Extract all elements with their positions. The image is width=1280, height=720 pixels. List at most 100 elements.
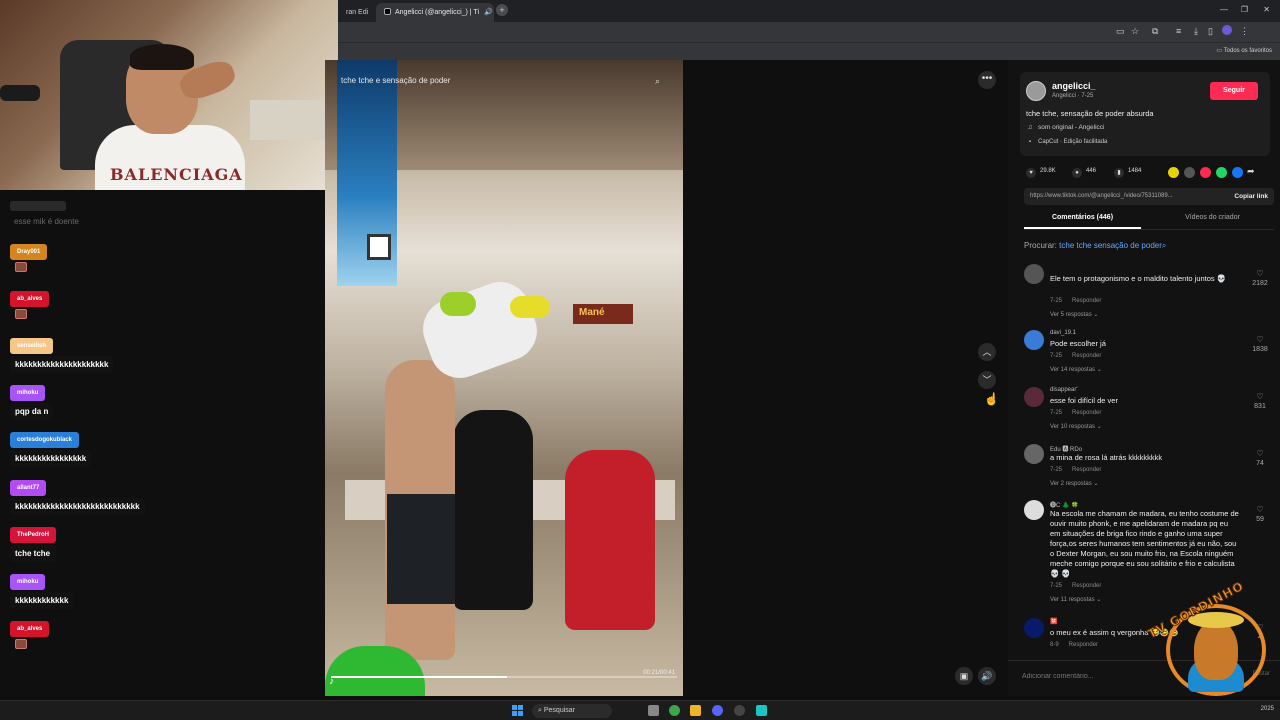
- comment-username[interactable]: Edu 🅰 RDo: [1050, 444, 1082, 453]
- reply-button[interactable]: Responder: [1072, 583, 1101, 589]
- previous-video-button[interactable]: ︿: [978, 343, 996, 361]
- comment-username[interactable]: 🈲: [1050, 618, 1057, 625]
- capcut-link[interactable]: ▪ CapCut · Edição facilitada: [1026, 139, 1107, 145]
- tab-creator-videos[interactable]: Vídeos do criador: [1154, 214, 1271, 221]
- taskbar-search[interactable]: ⌕ Pesquisar: [532, 704, 612, 718]
- split-icon[interactable]: ▯: [1208, 26, 1213, 37]
- task-view-icon[interactable]: [648, 705, 659, 716]
- tab-label: ran Edi: [346, 9, 369, 16]
- file-explorer-icon[interactable]: [690, 705, 701, 716]
- comment-avatar[interactable]: [1024, 387, 1044, 407]
- reply-button[interactable]: Responder: [1069, 642, 1098, 648]
- share-icon[interactable]: ➦: [1247, 166, 1255, 177]
- chat-username[interactable]: cortesdogokublack: [10, 432, 80, 448]
- comment-avatar[interactable]: [1024, 444, 1044, 464]
- comment-search[interactable]: Procurar: tche tche sensação de poder⌕: [1024, 241, 1166, 251]
- follow-button[interactable]: Seguir: [1210, 82, 1258, 100]
- save-stat[interactable]: ▮ 1484: [1114, 168, 1141, 178]
- like-stat[interactable]: ♥ 29.8K: [1026, 168, 1056, 178]
- miniplayer-button[interactable]: ▣: [955, 667, 973, 685]
- view-replies-button[interactable]: Ver 5 respostas ⌄: [1050, 311, 1098, 318]
- view-replies-button[interactable]: Ver 10 respostas ⌄: [1050, 423, 1102, 430]
- menu-icon[interactable]: ≡: [1176, 26, 1181, 36]
- reply-button[interactable]: Responder: [1072, 467, 1101, 473]
- comment-stat[interactable]: ● 446: [1072, 168, 1096, 178]
- sound-link[interactable]: ♫ som original - Angelicci: [1026, 124, 1105, 131]
- comment-avatar[interactable]: [1024, 618, 1044, 638]
- comment-like-button[interactable]: ♡ 59: [1250, 505, 1270, 523]
- browser-tab-active[interactable]: Angelicci (@angelicci_) | Ti 🔊✕: [376, 3, 507, 22]
- chat-username[interactable]: Dray001: [10, 244, 48, 260]
- copy-link-button[interactable]: Copiar link: [1234, 193, 1268, 200]
- close-window-icon[interactable]: ✕: [1263, 5, 1270, 14]
- whatsapp-icon[interactable]: [1216, 167, 1227, 178]
- music-note-icon: ♫: [1027, 124, 1033, 131]
- chat-username[interactable]: ab_alves: [10, 621, 50, 637]
- author-avatar[interactable]: [1026, 81, 1046, 101]
- share-friends-icon[interactable]: [1168, 167, 1179, 178]
- chat-username[interactable]: mihoku: [10, 385, 46, 401]
- next-video-button[interactable]: ﹀: [978, 371, 996, 389]
- windows-taskbar: ⌕ Pesquisar 2025: [0, 700, 1280, 720]
- reply-button[interactable]: Responder: [1072, 298, 1101, 304]
- chat-username[interactable]: ab_alves: [10, 291, 50, 307]
- reply-button[interactable]: Responder: [1072, 353, 1101, 359]
- system-tray: 2025: [1260, 706, 1274, 712]
- send-icon[interactable]: [1200, 167, 1211, 178]
- profile-avatar[interactable]: [1222, 25, 1232, 35]
- chrome-icon[interactable]: [669, 705, 680, 716]
- windows-start-icon[interactable]: [512, 705, 523, 716]
- facebook-icon[interactable]: [1232, 167, 1243, 178]
- add-comment-input[interactable]: [1022, 669, 1172, 683]
- author-handle[interactable]: angelicci_: [1052, 81, 1096, 91]
- chat-username[interactable]: mihoku: [10, 574, 46, 590]
- comment-avatar[interactable]: [1024, 330, 1044, 350]
- comment-like-button[interactable]: ♡ 831: [1250, 392, 1270, 410]
- app-icon[interactable]: [756, 705, 767, 716]
- comment-username[interactable]: disappear': [1050, 387, 1078, 393]
- new-tab-button[interactable]: +: [496, 4, 508, 16]
- comment-username[interactable]: davi_19.1: [1050, 330, 1076, 336]
- search-query[interactable]: tche tche sensação de poder: [1059, 241, 1162, 250]
- comment-like-button[interactable]: ♡ 2182: [1250, 269, 1270, 287]
- comment-like-button[interactable]: ♡ 1838: [1250, 335, 1270, 353]
- video-caption: tche tche, sensação de poder absurda: [1026, 109, 1154, 118]
- chat-text: pqp da n: [10, 403, 54, 420]
- search-icon[interactable]: ⌕: [655, 76, 660, 87]
- comment-avatar[interactable]: [1024, 500, 1044, 520]
- hair: [130, 44, 194, 70]
- tab-comments[interactable]: Comentários (446): [1024, 214, 1141, 229]
- obs-icon[interactable]: [734, 705, 745, 716]
- comment-username[interactable]: 🅓C 🌲 🍀: [1050, 500, 1079, 509]
- qr-code: [367, 234, 391, 260]
- video-progress-bar[interactable]: [331, 676, 677, 678]
- comment-meta: 7-25 Responder: [1050, 353, 1101, 359]
- logo-face: [1194, 620, 1238, 680]
- download-icon[interactable]: ⤓: [1194, 26, 1198, 37]
- restore-icon[interactable]: ❐: [1241, 5, 1248, 14]
- view-replies-button[interactable]: Ver 2 respostas ⌄: [1050, 480, 1098, 487]
- chat-username[interactable]: allant77: [10, 480, 47, 496]
- video-player[interactable]: Mané tche tche e sensação de poder ⌕ ♪ 0…: [325, 60, 683, 696]
- minimize-icon[interactable]: —: [1220, 5, 1228, 14]
- more-options-button[interactable]: •••: [978, 71, 996, 89]
- more-vert-icon[interactable]: ⋮: [1240, 26, 1249, 37]
- all-bookmarks-link[interactable]: ▭ Todos os favoritos: [1216, 47, 1272, 54]
- speaker-icon[interactable]: 🔊: [484, 9, 493, 16]
- discord-icon[interactable]: [712, 705, 723, 716]
- chat-username[interactable]: senseilish: [10, 338, 54, 354]
- volume-button[interactable]: 🔊: [978, 667, 996, 685]
- extensions-icon[interactable]: ⧉: [1152, 26, 1158, 37]
- cast-icon[interactable]: ▭: [1116, 26, 1125, 37]
- chat-username[interactable]: ThePedroH: [10, 527, 57, 543]
- view-replies-button[interactable]: Ver 11 respostas ⌄: [1050, 596, 1101, 603]
- embed-icon[interactable]: [1184, 167, 1195, 178]
- comment-avatar[interactable]: [1024, 264, 1044, 284]
- view-replies-button[interactable]: Ver 14 respostas ⌄: [1050, 366, 1102, 373]
- video-search-text[interactable]: tche tche e sensação de poder: [341, 76, 450, 85]
- video-url[interactable]: https://www.tiktok.com/@angelicci_/video…: [1030, 193, 1173, 199]
- comment-like-button[interactable]: ♡ 74: [1250, 449, 1270, 467]
- browser-tab[interactable]: ran Edi✕: [338, 3, 382, 22]
- bookmark-star-icon[interactable]: ☆: [1131, 26, 1139, 37]
- reply-button[interactable]: Responder: [1072, 410, 1101, 416]
